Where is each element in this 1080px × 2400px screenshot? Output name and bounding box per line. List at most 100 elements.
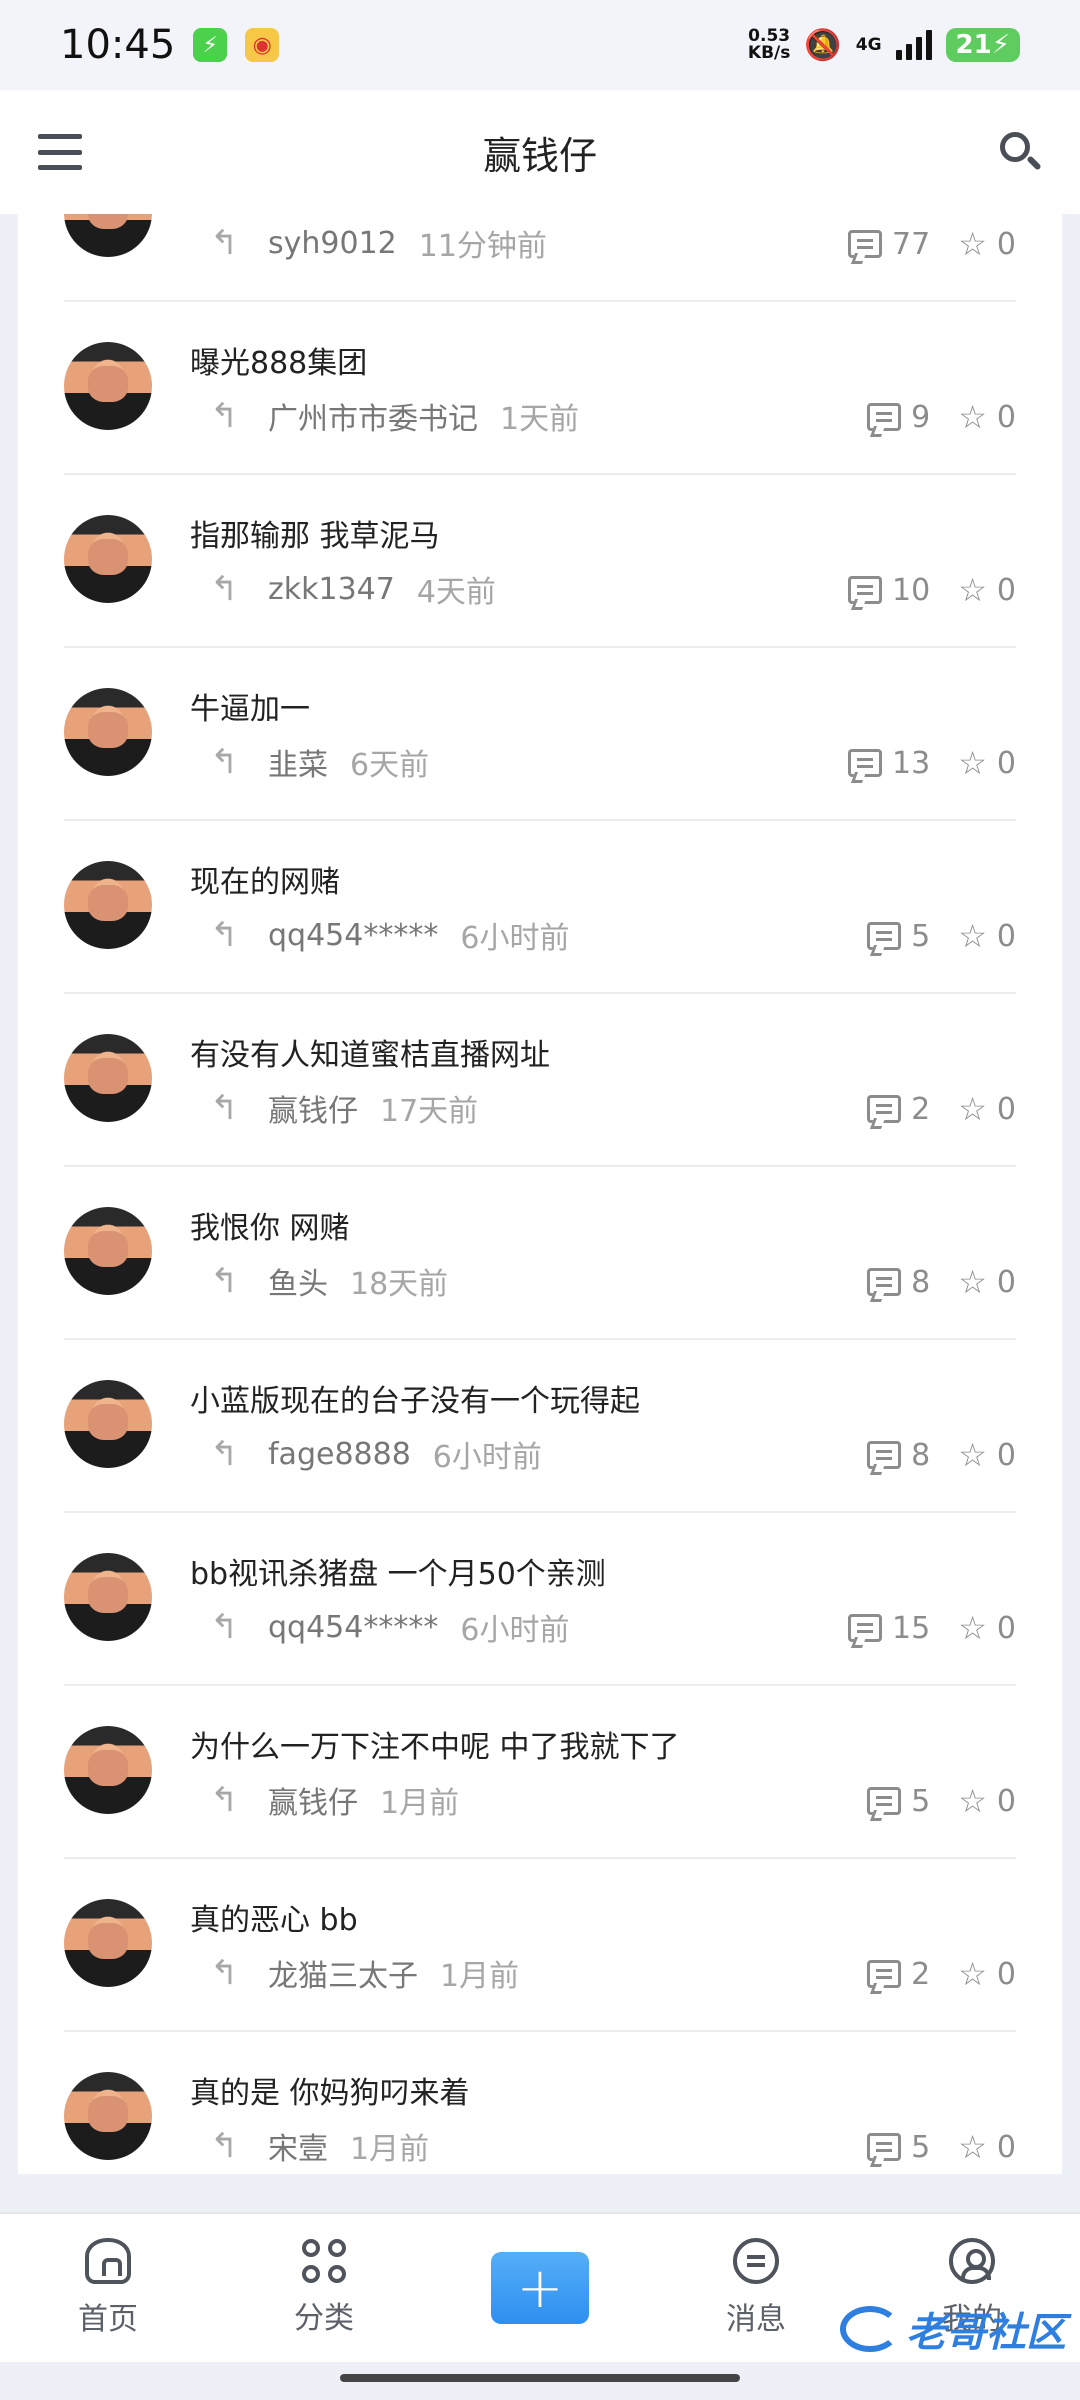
- reply-icon: ↰: [210, 1088, 239, 1128]
- post-author[interactable]: 韭菜: [268, 740, 328, 784]
- star-icon[interactable]: ☆: [958, 1436, 987, 1474]
- post-title[interactable]: 小蓝版现在的台子没有一个玩得起: [190, 1376, 640, 1420]
- post-author[interactable]: zkk1347: [268, 572, 395, 607]
- comment-count: 2: [911, 1956, 931, 1992]
- star-icon[interactable]: ☆: [958, 744, 987, 782]
- list-item[interactable]: 现在的网赌 ↰ qq454***** 6小时前 5 ☆ 0: [64, 821, 1016, 994]
- list-item[interactable]: 曝光888集团 ↰ 广州市市委书记 1天前 9 ☆ 0: [64, 302, 1016, 475]
- post-title[interactable]: 我恨你 网赌: [190, 1203, 350, 1247]
- post-author[interactable]: 宋壹: [268, 2124, 328, 2168]
- post-stats: 5 ☆ 0: [867, 1782, 1016, 1820]
- star-count: 0: [996, 1264, 1016, 1300]
- reply-icon: ↰: [210, 742, 239, 782]
- nav-category-label: 分类: [294, 2301, 354, 2336]
- star-icon[interactable]: ☆: [958, 398, 987, 436]
- network-type: 4G: [855, 35, 882, 55]
- avatar[interactable]: [64, 1207, 152, 1295]
- star-icon[interactable]: ☆: [958, 1955, 987, 1993]
- post-author[interactable]: 赢钱仔: [268, 1086, 358, 1130]
- post-title[interactable]: bb视讯杀猪盘 一个月50个亲测: [190, 1549, 606, 1593]
- post-title[interactable]: 现在的网赌: [190, 857, 340, 901]
- comment-icon: [848, 749, 883, 777]
- comment-icon: [867, 2133, 902, 2161]
- nav-messages[interactable]: 消息: [648, 2214, 864, 2362]
- avatar[interactable]: [64, 688, 152, 776]
- post-title[interactable]: 曝光888集团: [190, 338, 367, 382]
- comment-icon: [867, 1441, 902, 1469]
- star-icon[interactable]: ☆: [958, 1263, 987, 1301]
- comment-icon: [867, 1960, 902, 1988]
- post-stats: 15 ☆ 0: [848, 1609, 1016, 1647]
- list-item[interactable]: 指那输那 我草泥马 ↰ zkk1347 4天前 10 ☆ 0: [64, 475, 1016, 648]
- list-item[interactable]: 为什么一万下注不中呢 中了我就下了 ↰ 赢钱仔 1月前 5 ☆ 0: [64, 1686, 1016, 1859]
- post-list-container[interactable]: ↰ syh9012 11分钟前 77 ☆ 0 曝光888集团 ↰ 广州市市委书记…: [18, 214, 1062, 2174]
- list-item[interactable]: 牛逼加一 ↰ 韭菜 6天前 13 ☆ 0: [64, 648, 1016, 821]
- comment-count: 2: [911, 1091, 931, 1127]
- post-meta: ↰ 赢钱仔 17天前: [210, 1086, 478, 1130]
- avatar[interactable]: [64, 515, 152, 603]
- star-icon[interactable]: ☆: [958, 2128, 987, 2166]
- star-icon[interactable]: ☆: [958, 1609, 987, 1647]
- avatar[interactable]: [64, 861, 152, 949]
- watermark-text: 老哥社区: [906, 2310, 1066, 2356]
- post-title[interactable]: 真的恶心 bb: [190, 1895, 358, 1939]
- post-author[interactable]: qq454*****: [268, 918, 438, 953]
- menu-icon[interactable]: [38, 134, 82, 170]
- star-icon[interactable]: ☆: [958, 571, 987, 609]
- star-count: 0: [996, 745, 1016, 781]
- avatar[interactable]: [64, 1899, 152, 1987]
- list-item[interactable]: 我恨你 网赌 ↰ 鱼头 18天前 8 ☆ 0: [64, 1167, 1016, 1340]
- list-item[interactable]: bb视讯杀猪盘 一个月50个亲测 ↰ qq454***** 6小时前 15 ☆ …: [64, 1513, 1016, 1686]
- nav-messages-label: 消息: [726, 2302, 786, 2337]
- post-author[interactable]: 鱼头: [268, 1259, 328, 1303]
- post-title[interactable]: 牛逼加一: [190, 684, 310, 728]
- post-time: 6小时前: [460, 1613, 570, 1648]
- nav-category[interactable]: 分类: [216, 2214, 432, 2362]
- reply-icon: ↰: [210, 1953, 239, 1993]
- status-bar: 10:45 ⚡ ◉ 0.53 KB/s 🔕 4G 21⚡: [0, 0, 1080, 90]
- star-icon[interactable]: ☆: [958, 1782, 987, 1820]
- add-post-button[interactable]: +: [491, 2252, 589, 2324]
- avatar[interactable]: [64, 2072, 152, 2160]
- avatar[interactable]: [64, 1553, 152, 1641]
- home-indicator[interactable]: [340, 2374, 740, 2382]
- star-count: 0: [996, 226, 1016, 262]
- comment-icon: [848, 230, 883, 258]
- post-meta: ↰ fage8888 6小时前: [210, 1432, 542, 1476]
- post-title[interactable]: 指那输那 我草泥马: [190, 511, 440, 555]
- avatar[interactable]: [64, 1380, 152, 1468]
- avatar[interactable]: [64, 214, 152, 257]
- post-time: 1月前: [440, 1959, 520, 1994]
- list-item[interactable]: 真的恶心 bb ↰ 龙猫三太子 1月前 2 ☆ 0: [64, 1859, 1016, 2032]
- post-time: 11分钟前: [418, 229, 547, 264]
- avatar[interactable]: [64, 1034, 152, 1122]
- search-icon[interactable]: [998, 130, 1042, 174]
- star-icon[interactable]: ☆: [958, 917, 987, 955]
- post-title[interactable]: 为什么一万下注不中呢 中了我就下了: [190, 1722, 680, 1766]
- post-author[interactable]: syh9012: [268, 226, 397, 261]
- avatar[interactable]: [64, 1726, 152, 1814]
- comment-icon: [867, 1095, 902, 1123]
- nav-add[interactable]: +: [432, 2214, 648, 2362]
- nav-home[interactable]: 首页: [0, 2214, 216, 2362]
- post-time: 6小时前: [460, 921, 570, 956]
- post-author[interactable]: qq454*****: [268, 1610, 438, 1645]
- watermark-logo: 老哥社区: [840, 2300, 1066, 2358]
- post-title[interactable]: 真的是 你妈狗叼来着: [190, 2068, 470, 2112]
- avatar[interactable]: [64, 342, 152, 430]
- comment-count: 5: [911, 1783, 931, 1819]
- post-author[interactable]: 龙猫三太子: [268, 1951, 418, 1995]
- post-title[interactable]: 有没有人知道蜜桔直播网址: [190, 1030, 550, 1074]
- comment-count: 77: [892, 226, 931, 262]
- star-icon[interactable]: ☆: [958, 1090, 987, 1128]
- list-item[interactable]: ↰ syh9012 11分钟前 77 ☆ 0: [64, 214, 1016, 302]
- list-item[interactable]: 小蓝版现在的台子没有一个玩得起 ↰ fage8888 6小时前 8 ☆ 0: [64, 1340, 1016, 1513]
- comment-count: 5: [911, 918, 931, 954]
- post-author[interactable]: 广州市市委书记: [268, 394, 478, 438]
- post-stats: 8 ☆ 0: [867, 1263, 1016, 1301]
- post-author[interactable]: 赢钱仔: [268, 1778, 358, 1822]
- list-item[interactable]: 真的是 你妈狗叼来着 ↰ 宋壹 1月前 5 ☆ 0: [64, 2032, 1016, 2174]
- post-author[interactable]: fage8888: [268, 1437, 411, 1472]
- list-item[interactable]: 有没有人知道蜜桔直播网址 ↰ 赢钱仔 17天前 2 ☆ 0: [64, 994, 1016, 1167]
- star-icon[interactable]: ☆: [958, 225, 987, 263]
